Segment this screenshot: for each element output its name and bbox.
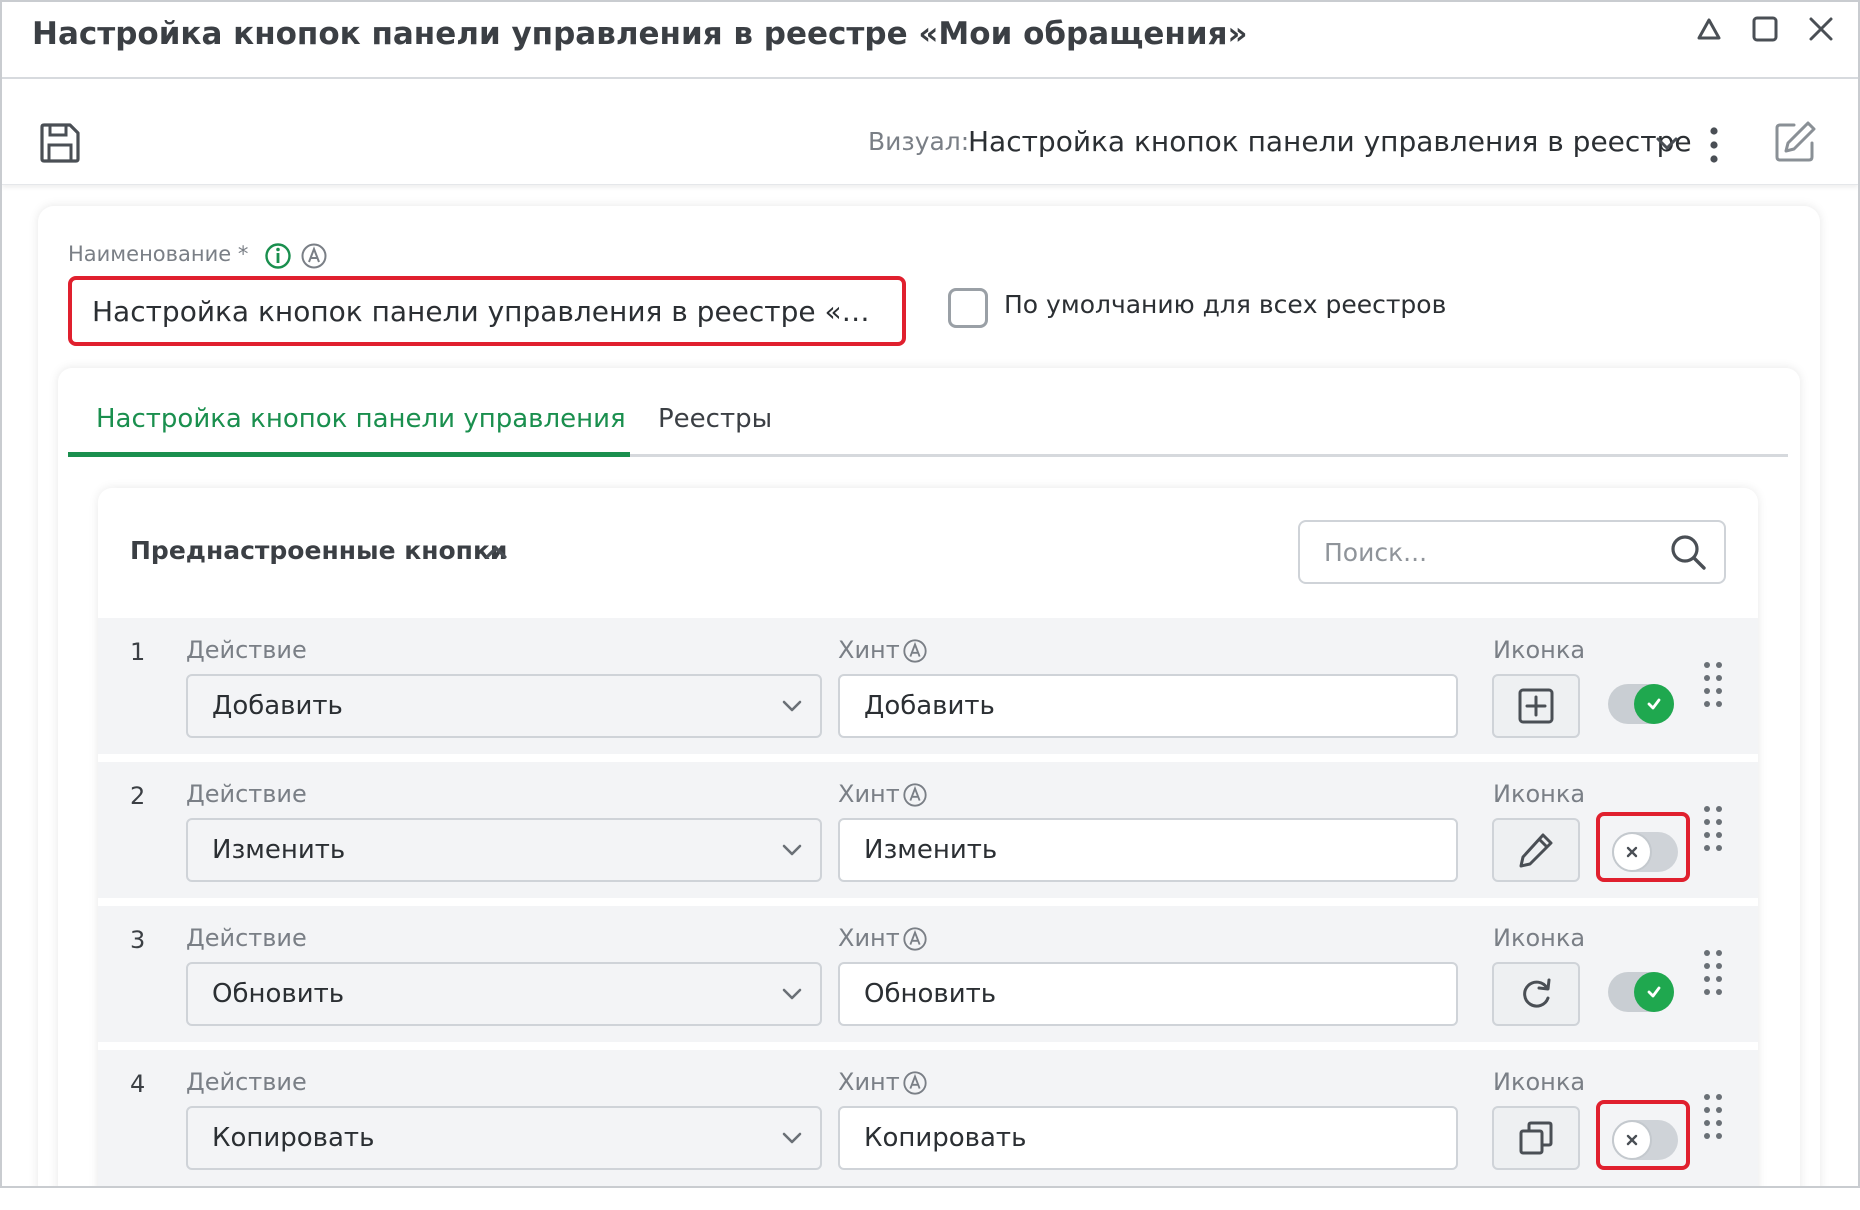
hint-label-text: Хинт [838,924,900,952]
check-icon [1634,684,1674,724]
action-label: Действие [186,636,307,664]
icon-picker-button[interactable] [1492,962,1580,1026]
drag-handle-icon[interactable] [1702,804,1724,854]
hint-input[interactable] [838,818,1458,882]
enable-toggle-wrap [1596,956,1690,1026]
plus-square-icon [1518,688,1554,724]
hint-label: Хинт [838,636,928,664]
icon-picker-button[interactable] [1492,1106,1580,1170]
edit-icon[interactable] [1772,119,1818,165]
name-input[interactable] [68,276,906,346]
default-checkbox-label: По умолчанию для всех реестров [1004,290,1447,319]
chevron-down-icon[interactable] [778,838,806,862]
chevron-down-icon[interactable] [778,982,806,1006]
hint-label-text: Хинт [838,780,900,808]
hint-input[interactable] [838,962,1458,1026]
auto-translate-icon[interactable] [300,242,328,270]
hint-label-text: Хинт [838,1068,900,1096]
title-bar: Настройка кнопок панели управления в рее… [2,2,1858,79]
icon-label: Иконка [1493,780,1586,808]
dialog-window: Настройка кнопок панели управления в рее… [0,0,1860,1188]
x-icon [1612,832,1652,872]
default-checkbox[interactable] [948,288,988,328]
chevron-down-icon[interactable] [778,1126,806,1150]
section-title: Преднастроенные кнопки [130,536,508,565]
search-input[interactable] [1298,520,1726,584]
button-row: 4 Действие Хинт Иконка Копировать [98,1050,1758,1186]
icon-label: Иконка [1493,636,1586,664]
minimize-icon[interactable] [1690,10,1728,48]
chevron-down-icon[interactable] [778,694,806,718]
auto-translate-icon[interactable] [902,926,928,952]
icon-label: Иконка [1493,924,1586,952]
auto-translate-icon[interactable] [902,782,928,808]
active-tab-indicator [68,452,630,457]
enable-toggle[interactable] [1608,972,1674,1012]
info-icon[interactable] [264,242,292,270]
window-title: Настройка кнопок панели управления в рее… [32,16,1248,52]
x-icon [1612,1120,1652,1160]
enable-toggle-wrap [1596,812,1690,882]
hint-label: Хинт [838,1068,928,1096]
action-label: Действие [186,780,307,808]
icon-picker-button[interactable] [1492,674,1580,738]
action-select[interactable]: Копировать [186,1106,822,1170]
button-row: 2 Действие Хинт Иконка Изменить [98,762,1758,898]
action-label: Действие [186,924,307,952]
toolbar: Визуал: Настройка кнопок панели управлен… [2,81,1858,185]
action-select[interactable]: Изменить [186,818,822,882]
button-row: 1 Действие Хинт Иконка Добавить [98,618,1758,754]
enable-toggle[interactable] [1608,684,1674,724]
drag-handle-icon[interactable] [1702,948,1724,998]
hint-input[interactable] [838,1106,1458,1170]
action-label: Действие [186,1068,307,1096]
hint-input[interactable] [838,674,1458,738]
copy-icon [1519,1121,1553,1155]
tab-button-settings[interactable]: Настройка кнопок панели управления [96,404,626,434]
enable-toggle-wrap [1596,1100,1690,1170]
pencil-icon [1519,833,1553,868]
search-icon[interactable] [1668,532,1708,572]
row-number: 2 [130,782,146,810]
row-number: 1 [130,638,146,666]
row-number: 4 [130,1070,146,1098]
maximize-icon[interactable] [1746,10,1784,48]
more-menu-icon[interactable] [1702,123,1726,167]
save-icon[interactable] [38,121,82,165]
hint-label: Хинт [838,924,928,952]
hint-label-text: Хинт [838,636,900,664]
action-select[interactable]: Обновить [186,962,822,1026]
chevron-down-icon[interactable] [1652,131,1682,157]
action-select[interactable]: Добавить [186,674,822,738]
refresh-icon [1523,978,1551,1008]
icon-picker-button[interactable] [1492,818,1580,882]
enable-toggle[interactable] [1612,1120,1678,1160]
visual-select[interactable]: Настройка кнопок панели управления в рее… [968,125,1692,158]
name-label: Наименование * [68,242,249,266]
icon-label: Иконка [1493,1068,1586,1096]
auto-translate-icon[interactable] [902,638,928,664]
enable-toggle[interactable] [1612,832,1678,872]
drag-handle-icon[interactable] [1702,1092,1724,1142]
chevron-up-icon[interactable] [480,538,512,566]
tab-registries[interactable]: Реестры [658,404,772,434]
visual-label: Визуал: [868,127,970,156]
button-row: 3 Действие Хинт Иконка Обновить [98,906,1758,1042]
row-number: 3 [130,926,146,954]
auto-translate-icon[interactable] [902,1070,928,1096]
close-icon[interactable] [1802,10,1840,48]
enable-toggle-wrap [1596,668,1690,738]
drag-handle-icon[interactable] [1702,660,1724,710]
hint-label: Хинт [838,780,928,808]
check-icon [1634,972,1674,1012]
